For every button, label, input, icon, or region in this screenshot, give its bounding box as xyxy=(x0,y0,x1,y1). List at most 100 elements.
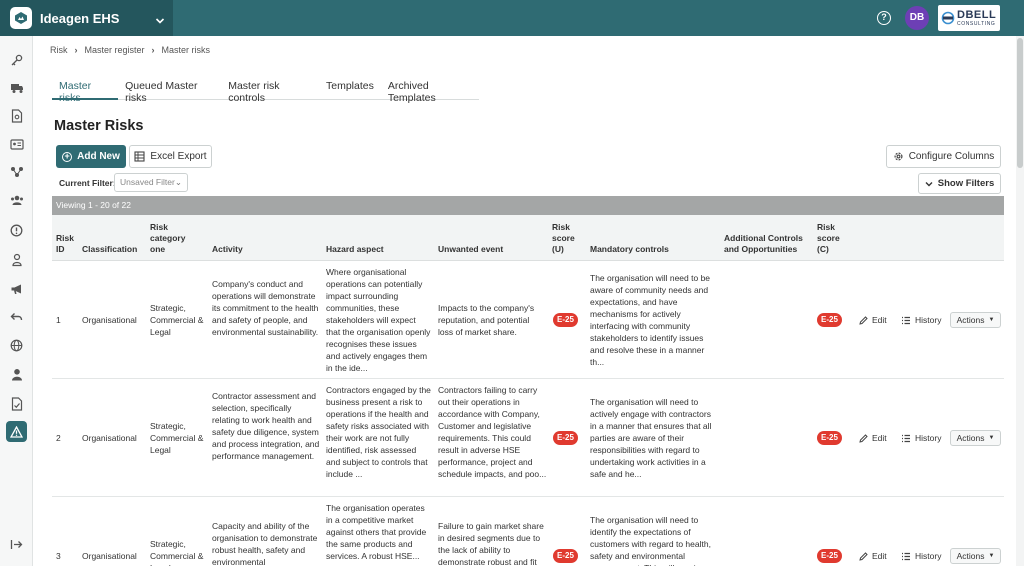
caret-down-icon: ▼ xyxy=(988,435,995,441)
actions-label: Actions xyxy=(956,551,985,561)
person-badge-icon[interactable] xyxy=(6,249,27,270)
history-button[interactable]: History xyxy=(901,315,941,325)
current-filter-value: Unsaved Filter xyxy=(120,177,175,187)
chevron-down-icon xyxy=(925,181,933,186)
tab-master-risks[interactable]: Master risks xyxy=(52,76,119,104)
app-switcher[interactable]: Ideagen EHS xyxy=(0,0,173,36)
warning-triangle-icon[interactable] xyxy=(6,421,27,442)
breadcrumb-master-register[interactable]: Master register xyxy=(85,45,145,55)
actions-dropdown[interactable]: Actions ▼ xyxy=(950,430,1001,446)
history-button[interactable]: History xyxy=(901,551,941,561)
actions-label: Actions xyxy=(956,315,985,325)
add-new-button[interactable]: + Add New xyxy=(56,145,126,168)
actions-label: Actions xyxy=(956,433,985,443)
network-icon[interactable] xyxy=(6,161,27,182)
ideagen-logo-icon xyxy=(10,7,32,29)
history-label: History xyxy=(915,315,942,325)
cell-hazard-aspect: Where organisational operations can pote… xyxy=(326,267,431,373)
col-risk-score-c[interactable]: Risk score (C) xyxy=(817,222,849,255)
company-logo: DBELL CONSULTING xyxy=(938,5,1000,31)
breadcrumb-risk[interactable]: Risk xyxy=(50,45,68,55)
page-scrollbar[interactable] xyxy=(1016,36,1024,566)
col-activity[interactable]: Activity xyxy=(212,244,243,255)
chevron-down-icon: ⌄ xyxy=(174,177,182,187)
cell-risk-id: 3 xyxy=(56,551,61,561)
company-logo-sub: CONSULTING xyxy=(957,20,996,27)
list-icon xyxy=(902,552,910,560)
collapse-arrow-icon[interactable] xyxy=(6,534,27,555)
megaphone-icon[interactable] xyxy=(6,278,27,299)
cell-risk-category: Strategic, Commercial & Legal xyxy=(150,539,204,566)
cell-hazard-aspect: Contractors engaged by the business pres… xyxy=(326,385,431,479)
history-label: History xyxy=(915,551,942,561)
risk-score-badge: E-25 xyxy=(817,313,842,327)
col-risk-id[interactable]: Risk ID xyxy=(56,233,78,255)
pencil-icon xyxy=(859,551,868,561)
globe-icon[interactable] xyxy=(6,335,27,356)
pencil-icon xyxy=(859,433,868,443)
show-filters-button[interactable]: Show Filters xyxy=(918,173,1001,194)
caret-down-icon: ▼ xyxy=(988,553,995,559)
cell-activity: Company's conduct and operations will de… xyxy=(212,279,319,337)
people-icon[interactable] xyxy=(6,189,27,210)
col-risk-score-u[interactable]: Risk score (U) xyxy=(552,222,584,255)
breadcrumb-master-risks: Master risks xyxy=(161,45,211,55)
tab-archived-templates[interactable]: Archived Templates xyxy=(381,76,479,104)
cell-risk-id: 2 xyxy=(56,433,61,443)
cell-classification: Organisational xyxy=(82,315,137,325)
app-name: Ideagen EHS xyxy=(40,10,120,26)
risk-score-badge: E-25 xyxy=(817,431,842,445)
company-logo-mark-icon xyxy=(941,11,955,25)
edit-button[interactable]: Edit xyxy=(859,433,887,443)
top-bar: Ideagen EHS ? DB DBELL CONSULTING xyxy=(0,0,1024,36)
edit-label: Edit xyxy=(872,551,887,561)
current-filter-label: Current Filter: xyxy=(59,178,116,188)
excel-export-button[interactable]: Excel Export xyxy=(129,145,212,168)
actions-dropdown[interactable]: Actions ▼ xyxy=(950,548,1001,564)
scrollbar-thumb[interactable] xyxy=(1017,38,1023,168)
viewing-count: Viewing 1 - 20 of 22 xyxy=(52,196,1004,215)
history-button[interactable]: History xyxy=(901,433,941,443)
cell-mandatory-controls: The organisation will need to be aware o… xyxy=(590,273,711,367)
current-filter-select[interactable]: Unsaved Filter ⌄ xyxy=(114,173,188,192)
id-card-icon[interactable] xyxy=(6,133,27,154)
table-row: 1 Organisational Strategic, Commercial &… xyxy=(52,261,1004,379)
cell-activity: Capacity and ability of the organisation… xyxy=(212,521,318,566)
col-hazard-aspect[interactable]: Hazard aspect xyxy=(326,244,384,255)
list-icon xyxy=(902,316,910,324)
tab-master-risk-controls[interactable]: Master risk controls xyxy=(221,76,319,104)
pencil-icon xyxy=(859,315,868,325)
avatar[interactable]: DB xyxy=(905,6,929,30)
actions-dropdown[interactable]: Actions ▼ xyxy=(950,312,1001,328)
alert-circle-icon[interactable] xyxy=(6,220,27,241)
undo-arrow-icon[interactable] xyxy=(6,306,27,327)
cell-activity: Contractor assessment and selection, spe… xyxy=(212,391,320,461)
chevron-down-icon[interactable] xyxy=(155,12,165,30)
add-new-label: Add New xyxy=(77,151,120,162)
col-mandatory-controls[interactable]: Mandatory controls xyxy=(590,244,669,255)
tab-templates[interactable]: Templates xyxy=(319,76,381,100)
caret-down-icon: ▼ xyxy=(988,317,995,323)
tab-queued-master-risks[interactable]: Queued Master risks xyxy=(118,76,221,104)
cell-risk-id: 1 xyxy=(56,315,61,325)
table-row: 3 Organisational Strategic, Commercial &… xyxy=(52,497,1004,566)
user-icon[interactable] xyxy=(6,364,27,385)
cell-hazard-aspect: The organisation operates in a competiti… xyxy=(326,503,427,561)
col-risk-category-one[interactable]: Risk category one xyxy=(150,222,202,255)
document-search-icon[interactable] xyxy=(6,105,27,126)
cell-risk-category: Strategic, Commercial & Legal xyxy=(150,421,204,455)
history-label: History xyxy=(915,433,942,443)
question-circle-icon[interactable]: ? xyxy=(877,11,891,25)
document-check-icon[interactable] xyxy=(6,393,27,414)
spreadsheet-icon xyxy=(134,151,145,162)
edit-label: Edit xyxy=(872,433,887,443)
col-classification[interactable]: Classification xyxy=(82,244,137,255)
key-icon[interactable] xyxy=(6,50,27,71)
chevron-right-icon: › xyxy=(151,45,155,55)
edit-button[interactable]: Edit xyxy=(859,315,887,325)
col-additional-controls[interactable]: Additional Controls and Opportunities xyxy=(724,233,806,255)
configure-columns-button[interactable]: Configure Columns xyxy=(886,145,1001,168)
truck-icon[interactable] xyxy=(6,77,27,98)
edit-button[interactable]: Edit xyxy=(859,551,887,561)
col-unwanted-event[interactable]: Unwanted event xyxy=(438,244,503,255)
